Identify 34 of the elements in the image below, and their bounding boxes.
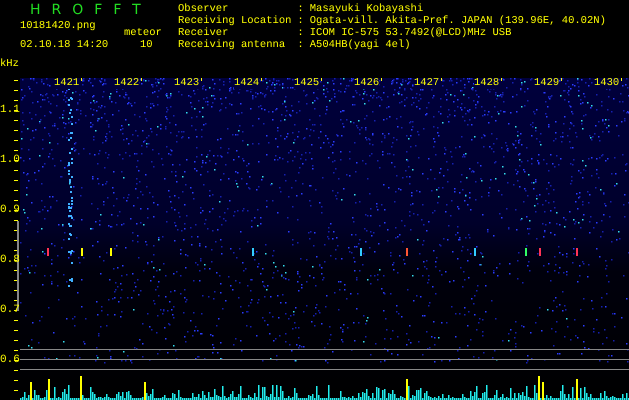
time-label: 1421 bbox=[54, 78, 80, 89]
file-name: 10181420.png bbox=[20, 20, 96, 32]
axis-unit: kHz bbox=[0, 58, 19, 70]
info-separator: : bbox=[297, 15, 304, 27]
info-label: Receiving Location bbox=[178, 15, 292, 27]
axis-label: 1.0 bbox=[0, 154, 20, 166]
info-separator: : bbox=[297, 27, 304, 39]
axis-label: 1.1 bbox=[0, 104, 20, 116]
time-label: 1424 bbox=[234, 78, 260, 89]
timestamp: 02.10.18 14:20 bbox=[20, 39, 108, 51]
info-label: Receiving antenna bbox=[178, 39, 286, 51]
info-separator: : bbox=[297, 3, 304, 15]
time-label: 1426 bbox=[354, 78, 380, 89]
time-label: 1423 bbox=[174, 78, 200, 89]
time-label: 1422 bbox=[114, 78, 140, 89]
app-title: HROFFT bbox=[30, 2, 152, 18]
info-value: Masayuki Kobayashi bbox=[310, 3, 424, 15]
info-label: Observer bbox=[178, 3, 230, 15]
time-label: 1425 bbox=[294, 78, 320, 89]
info-value: A504HB(yagi 4el) bbox=[310, 39, 412, 51]
meteor-label: meteor bbox=[124, 27, 162, 39]
info-value: ICOM IC-575 53.7492(@LCD)MHz USB bbox=[310, 27, 512, 39]
axis-label: 0.9 bbox=[0, 204, 20, 216]
time-label: 1428 bbox=[474, 78, 500, 89]
time-label: 1429 bbox=[534, 78, 560, 89]
axis-label: 0.8 bbox=[0, 254, 20, 266]
info-label: Receiver bbox=[178, 27, 230, 39]
time-label: 1427 bbox=[414, 78, 440, 89]
info-value: Ogata-vill. Akita-Pref. JAPAN (139.96E, 40.02N) bbox=[310, 15, 606, 27]
meteor-count: 10 bbox=[140, 39, 153, 51]
axis-label: 0.6 bbox=[0, 354, 20, 366]
axis-label: 0.7 bbox=[0, 304, 20, 316]
time-label: 1430 bbox=[594, 78, 620, 89]
info-separator: : bbox=[297, 39, 304, 51]
